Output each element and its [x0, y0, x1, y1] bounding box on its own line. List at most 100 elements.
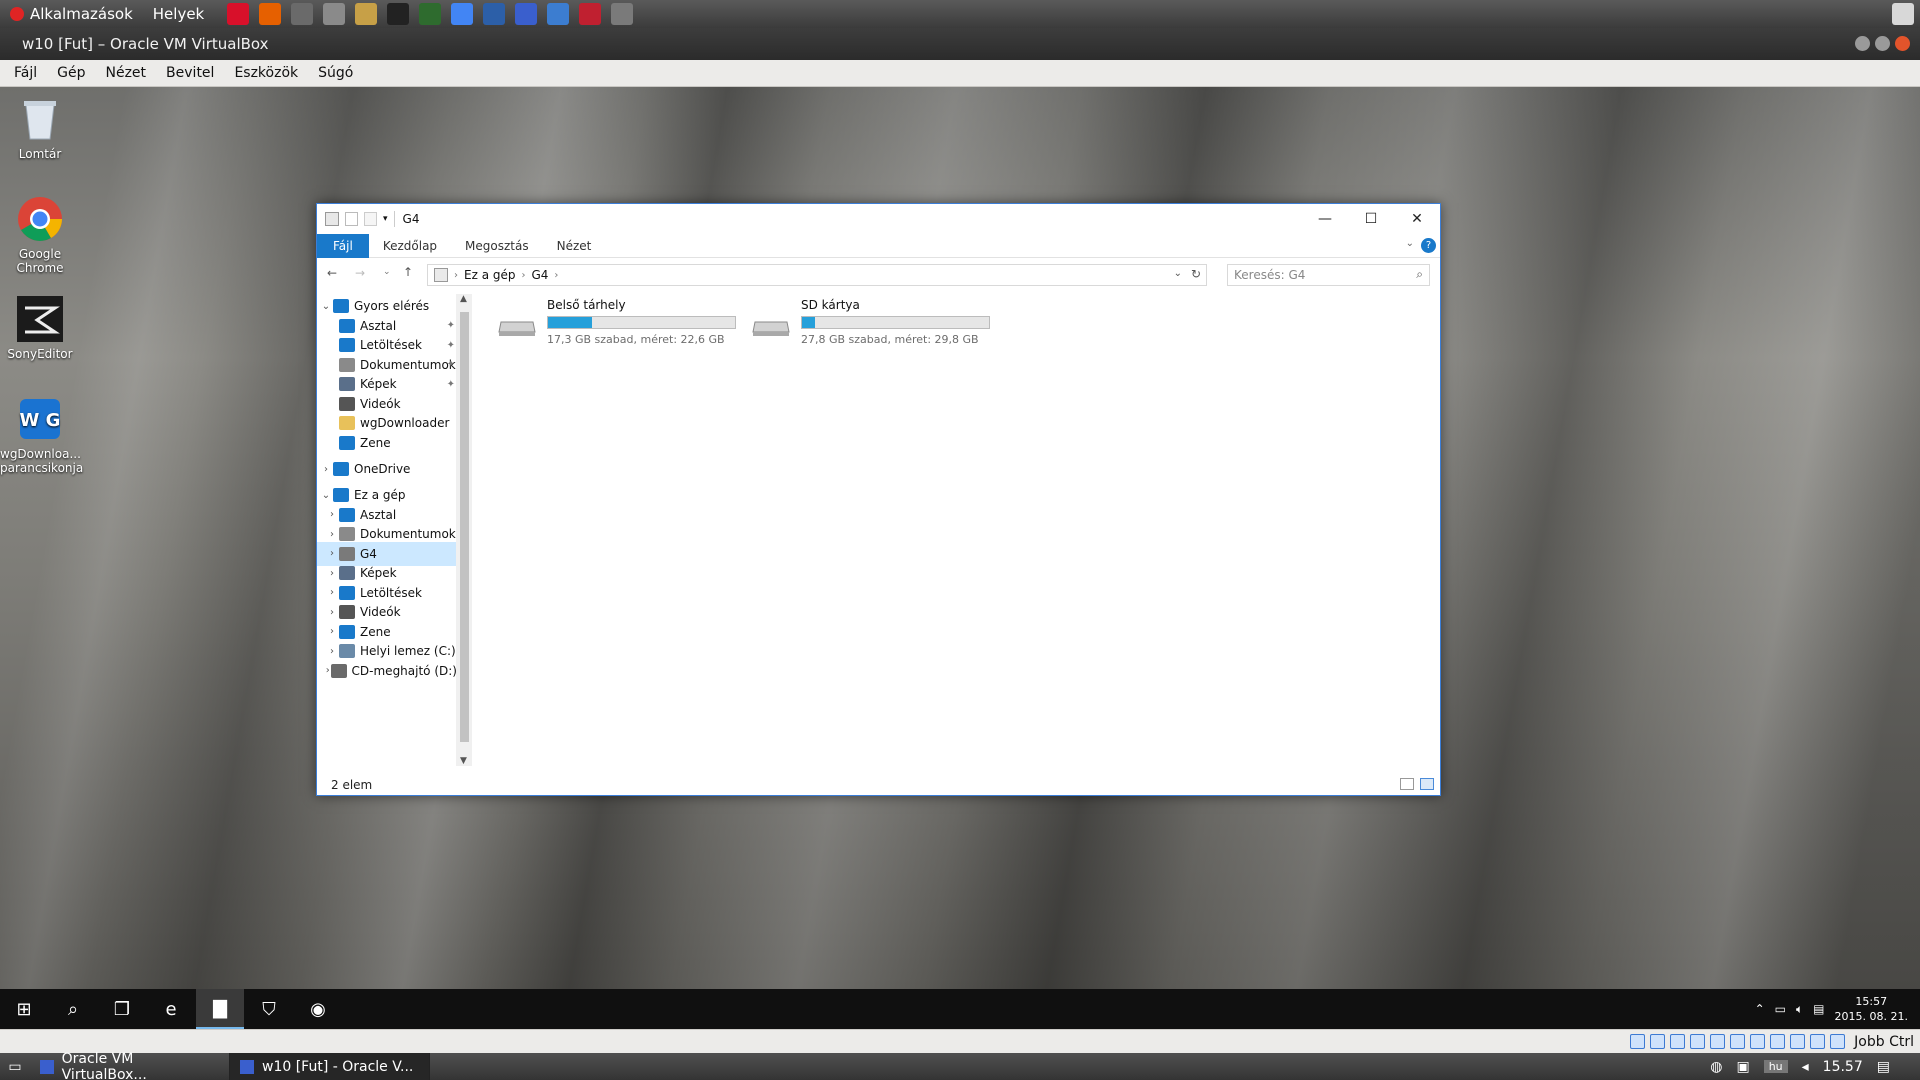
minimize-icon[interactable]	[1855, 36, 1870, 51]
host-volume-icon[interactable]: ◂	[1802, 1059, 1809, 1075]
expand-ribbon-icon[interactable]: ⌄	[1406, 238, 1414, 249]
vbox-menu-file[interactable]: Fájl	[4, 65, 47, 81]
workspace-switcher-icon[interactable]: ▤	[1877, 1059, 1890, 1075]
close-icon[interactable]	[1895, 36, 1910, 51]
calculator-icon[interactable]	[611, 3, 634, 25]
display-status-icon[interactable]	[1750, 1034, 1766, 1049]
tab-view[interactable]: Nézet	[543, 234, 606, 258]
scroll-up-icon[interactable]: ▲	[460, 294, 467, 304]
address-dropdown-icon[interactable]: ⌄	[1174, 268, 1182, 279]
help-icon[interactable]: ?	[1421, 238, 1436, 253]
store-icon[interactable]: ⛉	[245, 989, 293, 1029]
show-desktop-icon[interactable]: ▭	[0, 1059, 30, 1075]
chevron-right-icon[interactable]: ›	[325, 509, 339, 520]
address-bar[interactable]: › Ez a gép › G4 › ⌄ ↻	[427, 264, 1207, 286]
refresh-icon[interactable]: ↻	[1191, 267, 1201, 281]
system-monitor-icon[interactable]	[419, 3, 442, 25]
shared-folders-status-icon[interactable]	[1730, 1034, 1746, 1049]
explorer-minimize-icon[interactable]: —	[1302, 204, 1348, 234]
chevron-right-icon[interactable]: ›	[325, 548, 339, 559]
drive-sd-card[interactable]: SD kártya 27,8 GB szabad, méret: 29,8 GB	[751, 298, 1001, 348]
tab-file[interactable]: Fájl	[317, 233, 369, 258]
taskbar-clock[interactable]: 15:57 2015. 08. 21.	[1835, 994, 1908, 1024]
vbox-menu-input[interactable]: Bevitel	[156, 65, 224, 81]
optical-drive-status-icon[interactable]	[1650, 1034, 1666, 1049]
sidebar-item[interactable]: Zene	[317, 431, 457, 455]
forward-icon[interactable]: →	[355, 266, 365, 280]
remote-desktop-icon[interactable]	[547, 3, 570, 25]
file-explorer-icon[interactable]: ▇	[196, 989, 244, 1029]
applications-menu[interactable]: Alkalmazások	[0, 0, 143, 28]
vbox-window-titlebar[interactable]: w10 [Fut] – Oracle VM VirtualBox	[0, 28, 1920, 60]
text-editor-icon[interactable]	[355, 3, 378, 25]
action-center-icon[interactable]: ▤	[1813, 1002, 1824, 1016]
hard-disk-status-icon[interactable]	[1630, 1034, 1646, 1049]
network-icon[interactable]: ▭	[1775, 1002, 1786, 1016]
windows-start-icon[interactable]: ⊞	[0, 989, 48, 1029]
video-capture-status-icon[interactable]	[1770, 1034, 1786, 1049]
chevron-right-icon[interactable]: ›	[319, 464, 333, 475]
edge-icon[interactable]: e	[147, 989, 195, 1029]
keyboard-layout[interactable]: hu	[1763, 1060, 1788, 1073]
back-icon[interactable]: ←	[327, 266, 337, 280]
explorer-close-icon[interactable]: ✕	[1394, 204, 1440, 234]
scroll-down-icon[interactable]: ▼	[460, 756, 467, 766]
details-view-icon[interactable]	[1400, 778, 1414, 790]
volume-icon[interactable]: 🔈︎	[1796, 1002, 1803, 1017]
chevron-right-icon[interactable]: ›	[325, 529, 339, 540]
virtualization-status-icon[interactable]	[1790, 1034, 1806, 1049]
places-menu[interactable]: Helyek	[143, 0, 214, 28]
desktop-icon-sony-editor[interactable]: SonyEditor	[0, 295, 80, 361]
usb-status-icon[interactable]	[1710, 1034, 1726, 1049]
host-task-vm-window[interactable]: w10 [Fut] - Oracle V...	[230, 1053, 430, 1080]
sidebar-item[interactable]: › OneDrive	[317, 457, 457, 481]
explorer-maximize-icon[interactable]: ☐	[1348, 204, 1394, 234]
breadcrumb-this-pc[interactable]: Ez a gép	[464, 268, 515, 282]
monitor-icon[interactable]: ▣	[1736, 1059, 1749, 1075]
show-hidden-icons-icon[interactable]: ⌃	[1755, 1002, 1765, 1016]
chevron-down-icon[interactable]: ⌄	[319, 490, 333, 501]
search-icon[interactable]: ⌕	[49, 989, 97, 1029]
chevron-right-icon[interactable]: ›	[325, 646, 339, 657]
explorer-titlebar[interactable]: ▾ G4 — ☐ ✕	[317, 204, 1440, 234]
desktop-icon-chrome[interactable]: Google Chrome	[0, 195, 80, 275]
update-icon[interactable]: ◍	[1710, 1059, 1722, 1075]
virtualbox-icon[interactable]	[515, 3, 538, 25]
recent-locations-icon[interactable]: ⌄	[383, 267, 391, 277]
host-task-vbox-manager[interactable]: Oracle VM VirtualBox...	[30, 1051, 230, 1080]
drive-internal-storage[interactable]: Belső tárhely 17,3 GB szabad, méret: 22,…	[497, 298, 747, 348]
desktop-icon-recycle-bin[interactable]: Lomtár	[0, 95, 80, 161]
task-view-icon[interactable]: ❐	[98, 989, 146, 1029]
vbox-menu-machine[interactable]: Gép	[47, 65, 95, 81]
search-box[interactable]: Keresés: G4 ⌕	[1227, 264, 1430, 286]
large-icons-view-icon[interactable]	[1420, 778, 1434, 790]
printer-icon[interactable]	[323, 3, 346, 25]
vbox-menu-help[interactable]: Súgó	[308, 65, 363, 81]
media-icon[interactable]	[579, 3, 602, 25]
network-icon[interactable]	[483, 3, 506, 25]
sidebar-item[interactable]: › CD-meghajtó (D:)	[317, 659, 457, 683]
vbox-menu-view[interactable]: Nézet	[96, 65, 157, 81]
mouse-integration-status-icon[interactable]	[1810, 1034, 1826, 1049]
up-icon[interactable]: ↑	[403, 265, 413, 279]
chevron-down-icon[interactable]: ⌄	[319, 301, 333, 312]
firefox-icon[interactable]	[259, 3, 282, 25]
chevron-right-icon[interactable]: ›	[325, 607, 339, 618]
chevron-right-icon[interactable]: ›	[325, 587, 339, 598]
tab-share[interactable]: Megosztás	[451, 234, 543, 258]
breadcrumb-g4[interactable]: G4	[531, 268, 548, 282]
chevron-right-icon[interactable]: ›	[325, 665, 331, 676]
chevron-right-icon[interactable]: ›	[325, 568, 339, 579]
game-icon[interactable]	[291, 3, 314, 25]
host-clock[interactable]: 15.57	[1823, 1059, 1863, 1075]
keyboard-status-icon[interactable]	[1830, 1034, 1846, 1049]
terminal-icon[interactable]	[387, 3, 410, 25]
properties-icon[interactable]	[345, 212, 358, 226]
chevron-right-icon[interactable]: ›	[325, 626, 339, 637]
customize-toolbar-icon[interactable]: ▾	[383, 214, 388, 224]
opera-icon[interactable]	[227, 3, 250, 25]
audio-status-icon[interactable]	[1670, 1034, 1686, 1049]
nav-scroll-thumb[interactable]	[460, 312, 469, 742]
chrome-icon[interactable]: ◉	[294, 989, 342, 1029]
tab-home[interactable]: Kezdőlap	[369, 234, 451, 258]
